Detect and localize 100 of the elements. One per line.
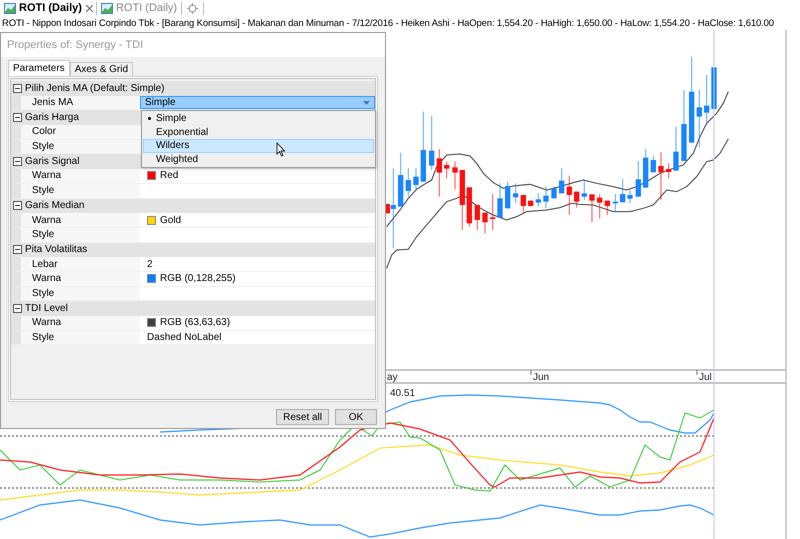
candlestick	[551, 186, 557, 199]
property-value-cell[interactable]: RGB (63,63,63)	[140, 316, 375, 330]
property-value-cell[interactable]: Red	[140, 169, 375, 183]
candlestick	[474, 204, 480, 230]
mouse-pointer-icon	[276, 142, 286, 157]
candlestick	[620, 178, 626, 203]
property-label: Style	[32, 228, 54, 242]
candlestick	[612, 193, 618, 212]
property-value: Gold	[160, 214, 182, 228]
chart-title: ROTI - Nippon Indosari Corpindo Tbk - [Barang Konsumsi] - Makanan dan Minuman - 7/12/2016 - Heiken Ashi - HaOpen: 1,554.20 - HaHigh: 1,650.00 - HaLow: 1,554.20 - HaClose: 1,610.00	[2, 17, 774, 30]
candlestick	[429, 116, 434, 170]
collapse-icon[interactable]	[13, 201, 22, 210]
candlestick	[497, 182, 503, 218]
candlestick	[596, 194, 602, 220]
candlestick	[650, 155, 656, 173]
property-value-cell[interactable]: Dashed NoLabel	[140, 330, 375, 344]
candlestick	[528, 200, 534, 208]
property-label: Style	[32, 331, 54, 346]
property-value-cell[interactable]: Gold	[140, 213, 375, 227]
dropdown-option[interactable]: Weighted	[143, 152, 374, 166]
axis-label: Jun	[533, 372, 550, 383]
candlestick	[558, 168, 564, 194]
candlestick	[398, 152, 404, 208]
candlestick	[452, 161, 458, 190]
candlestick	[666, 162, 672, 179]
candlestick	[658, 152, 664, 200]
option-label: Weighted	[155, 152, 198, 167]
property-label: Lebar	[32, 258, 58, 272]
candlestick	[436, 148, 442, 198]
property-value-cell[interactable]	[140, 286, 375, 300]
group-title: Garis Median	[25, 199, 84, 214]
candlestick	[460, 169, 465, 230]
indicator-reading: 40.51	[390, 388, 416, 399]
dialog-tab[interactable]: Parameters	[8, 60, 70, 76]
candlestick	[413, 168, 419, 190]
dialog-button[interactable]: Reset all	[276, 409, 329, 425]
collapse-icon[interactable]	[13, 245, 22, 254]
candlestick	[490, 193, 496, 230]
candlestick	[406, 168, 411, 198]
candlestick	[673, 126, 679, 172]
property-value-cell[interactable]: 2	[140, 257, 375, 271]
collapse-icon[interactable]	[13, 113, 22, 122]
property-value-cell[interactable]	[140, 228, 375, 242]
property-label: Warna	[32, 272, 62, 286]
dropdown-option[interactable]: Simple	[143, 112, 374, 126]
axis-label: ay	[387, 372, 398, 383]
property-label: Color	[32, 125, 56, 140]
property-label: Warna	[32, 169, 62, 184]
dropdown-option[interactable]: Exponential	[143, 126, 374, 139]
candlestick	[444, 161, 450, 179]
candlestick	[512, 182, 518, 204]
collapse-icon[interactable]	[13, 84, 22, 93]
candlestick	[636, 160, 641, 198]
dropdown-option[interactable]: Wilders	[143, 139, 374, 152]
property-label: Warna	[32, 214, 62, 228]
property-value: RGB (63,63,63)	[160, 316, 230, 330]
group-title: Garis Signal	[25, 155, 80, 170]
chart-icon	[4, 3, 16, 14]
candlestick	[574, 191, 580, 208]
group-title: Garis Harga	[25, 111, 79, 126]
collapse-icon[interactable]	[13, 304, 22, 314]
candlestick	[604, 200, 610, 216]
candlestick	[582, 178, 587, 200]
property-label: Style	[32, 140, 54, 154]
dialog-tab[interactable]: Axes & Grid	[70, 62, 134, 76]
crosshair-icon[interactable]	[187, 3, 198, 14]
candlestick	[482, 212, 488, 234]
collapse-icon[interactable]	[13, 157, 22, 166]
candlestick	[696, 90, 702, 148]
property-value-cell[interactable]: RGB (0,128,255)	[140, 272, 375, 286]
property-label: Warna	[32, 316, 62, 330]
candlestick	[466, 186, 472, 228]
candlestick	[543, 186, 549, 209]
option-label: Exponential	[155, 126, 208, 140]
candlestick	[642, 148, 648, 188]
ma-type-dropdown[interactable]: Simple	[140, 96, 375, 110]
property-label: Style	[32, 286, 54, 301]
close-icon[interactable]	[86, 5, 93, 12]
group-title: Pilih Jenis MA (Default: Simple)	[25, 82, 164, 96]
candlestick	[520, 194, 526, 214]
option-label: Simple	[148, 111, 187, 126]
option-label: Wilders	[155, 139, 190, 154]
candlestick	[681, 90, 687, 162]
property-label: Jenis MA	[32, 96, 74, 110]
candlestick	[504, 181, 510, 209]
chart-tab[interactable]: ROTI (Daily)	[100, 0, 178, 17]
dialog-button[interactable]: OK	[335, 409, 377, 425]
candlestick	[704, 74, 710, 126]
chart-icon	[100, 3, 113, 14]
candlestick	[589, 194, 595, 223]
group-title: TDI Level	[25, 302, 68, 316]
candlestick	[566, 175, 572, 216]
candlestick	[627, 189, 633, 204]
group-title: Pita Volatilitas	[25, 243, 88, 258]
chevron-down-icon	[363, 100, 370, 105]
property-value-cell[interactable]	[140, 184, 375, 198]
dialog-title: Properties of: Synergy - TDI	[1, 33, 385, 57]
bullet-icon	[148, 117, 151, 120]
candlestick	[536, 192, 541, 208]
chart-tab[interactable]: ROTI (Daily)	[3, 0, 83, 17]
